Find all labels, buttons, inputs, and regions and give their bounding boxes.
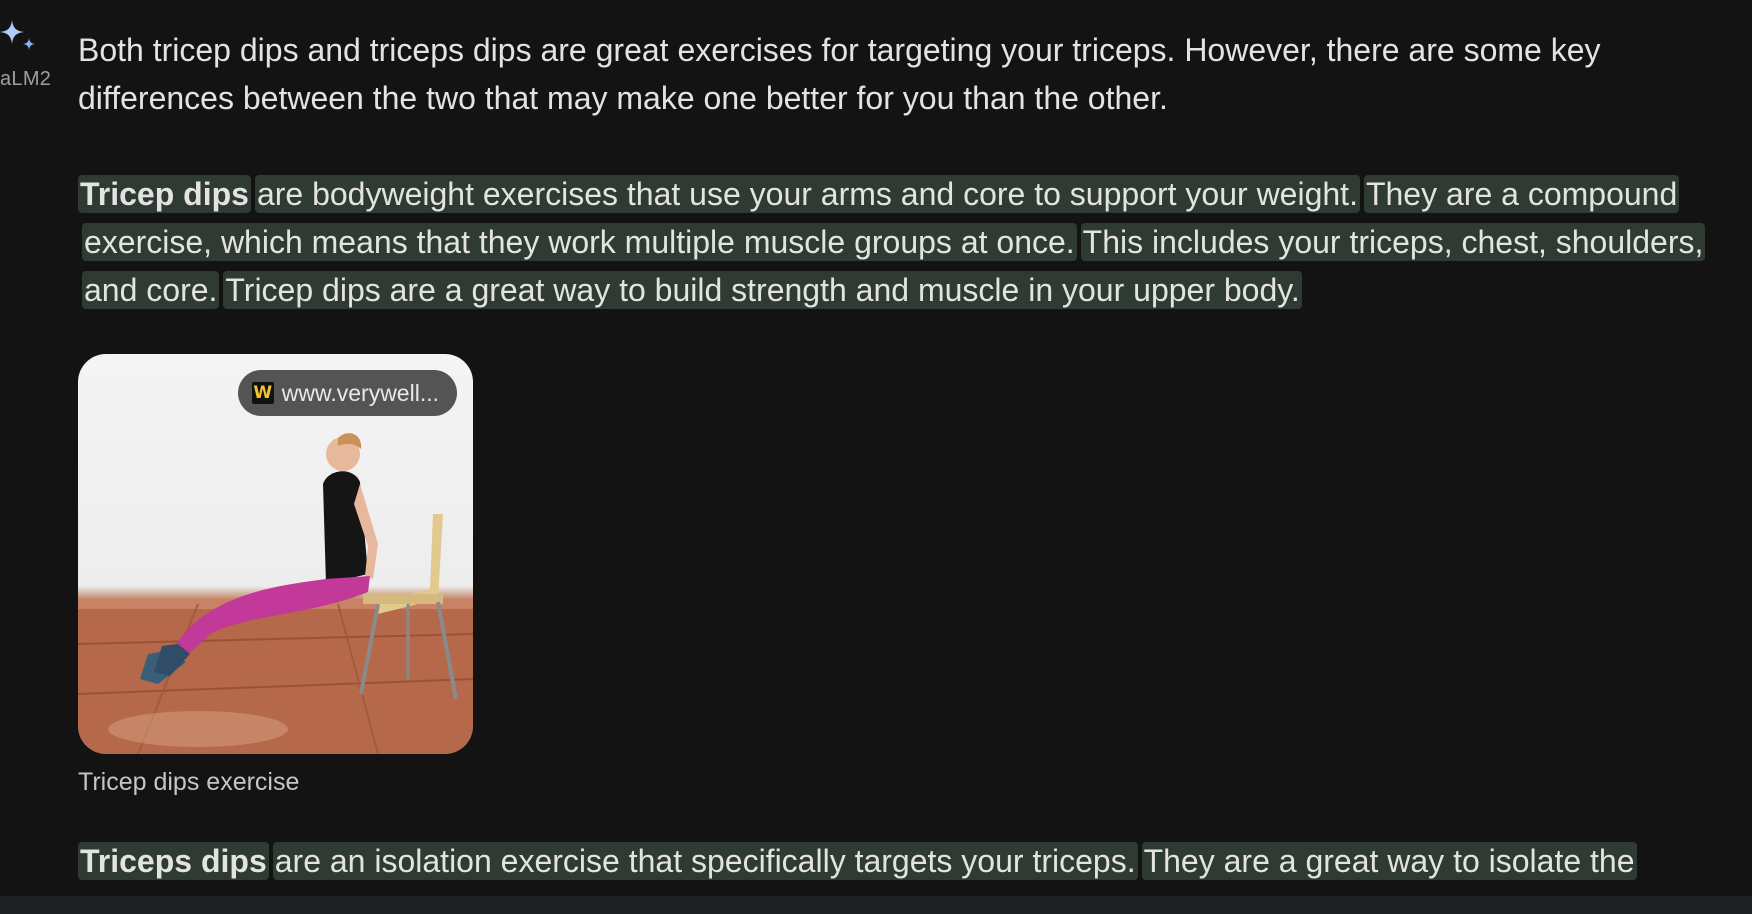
model-label: aLM2 [0,68,52,90]
response-content: Both tricep dips and triceps dips are gr… [78,26,1718,885]
intro-paragraph: Both tricep dips and triceps dips are gr… [78,32,1601,116]
bottom-edge-bar [0,896,1752,914]
highlight-sentence[interactable]: They are a great way to isolate the [1141,842,1637,880]
tricep-dips-paragraph: Tricep dips are bodyweight exercises that… [78,170,1718,314]
triceps-dips-paragraph: Triceps dips are an isolation exercise th… [78,837,1718,885]
sparkle-icon [0,20,35,50]
source-chip[interactable]: W www.verywell... [237,370,457,416]
highlight-term[interactable]: Triceps dips [78,842,269,880]
highlight-sentence[interactable]: are bodyweight exercises that use your a… [254,175,1360,213]
verywell-favicon-icon: W [251,382,274,404]
image-caption: Tricep dips exercise [78,768,300,796]
highlight-term[interactable]: Tricep dips [78,175,251,213]
term-triceps-dips: Triceps dips [80,843,267,879]
highlight-sentence[interactable]: are an isolation exercise that specifica… [272,842,1138,880]
image-card[interactable]: W www.verywell... [78,354,473,754]
source-label: www.verywell... [281,379,439,406]
highlight-sentence[interactable]: Tricep dips are a great way to build str… [223,271,1302,309]
assistant-avatar: aLM2 [0,20,52,90]
chat-response-page: aLM2 Both tricep dips and triceps dips a… [0,0,1752,914]
term-tricep-dips: Tricep dips [80,176,249,212]
